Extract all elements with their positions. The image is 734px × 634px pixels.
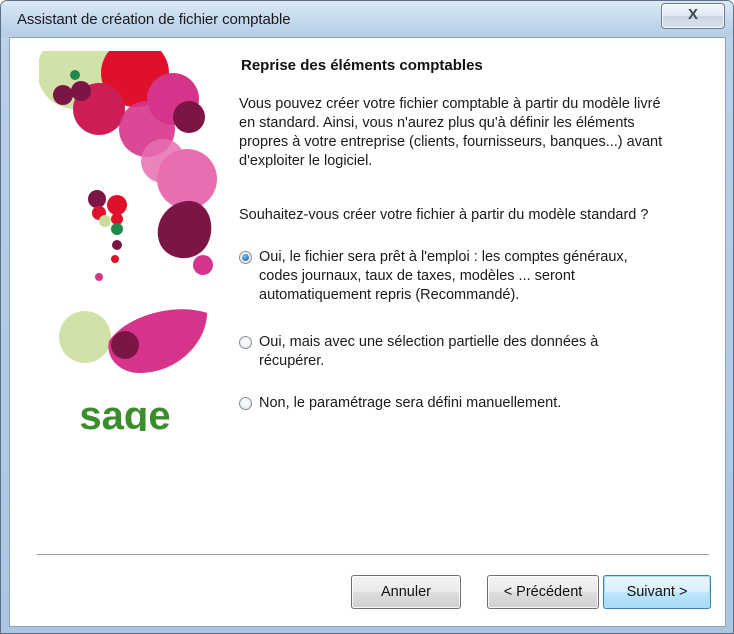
radio-button-checked[interactable] bbox=[239, 251, 252, 264]
radio-label-line: codes journaux, taux de taxes, modèles .… bbox=[259, 268, 575, 284]
close-icon: X bbox=[687, 6, 698, 23]
intro-line: d'exploiter le logiciel. bbox=[239, 153, 373, 169]
footer-divider bbox=[37, 554, 709, 556]
radio-button[interactable] bbox=[239, 336, 252, 349]
decorative-bubbles-illustration: sage bbox=[37, 33, 217, 438]
intro-paragraph: Vous pouvez créer votre fichier comptabl… bbox=[239, 95, 709, 171]
radio-option-standard-full[interactable]: Oui, le fichier sera prêt à l'emploi : l… bbox=[239, 248, 699, 308]
window-title: Assistant de création de fichier comptab… bbox=[17, 11, 291, 28]
radio-label-line: Oui, mais avec une sélection partielle d… bbox=[259, 334, 599, 350]
title-bar[interactable]: Assistant de création de fichier comptab… bbox=[1, 1, 733, 37]
intro-line: en standard. Ainsi, vous n'aurez plus qu… bbox=[239, 115, 635, 131]
radio-label-line: automatiquement repris (Recommandé). bbox=[259, 287, 520, 303]
radio-label[interactable]: Oui, le fichier sera prêt à l'emploi : l… bbox=[259, 248, 699, 305]
radio-label-line: Non, le paramétrage sera défini manuelle… bbox=[259, 395, 562, 411]
close-button[interactable]: X bbox=[661, 3, 725, 29]
cancel-button[interactable]: Annuler bbox=[351, 575, 461, 609]
next-button[interactable]: Suivant > bbox=[603, 575, 711, 609]
sage-artwork: sage bbox=[37, 33, 219, 438]
radio-option-partial[interactable]: Oui, mais avec une sélection partielle d… bbox=[239, 333, 699, 373]
radio-label[interactable]: Oui, mais avec une sélection partielle d… bbox=[259, 333, 699, 371]
wizard-window: Assistant de création de fichier comptab… bbox=[0, 0, 734, 634]
radio-label-line: Oui, le fichier sera prêt à l'emploi : l… bbox=[259, 249, 628, 265]
intro-line: propres à votre entreprise (clients, fou… bbox=[239, 134, 663, 150]
radio-button[interactable] bbox=[239, 397, 252, 410]
radio-label-line: récupérer. bbox=[259, 353, 325, 369]
radio-option-manual[interactable]: Non, le paramétrage sera défini manuelle… bbox=[239, 394, 699, 414]
sage-logo: sage bbox=[79, 394, 170, 431]
question-text: Souhaitez-vous créer votre fichier à par… bbox=[239, 207, 649, 223]
previous-button[interactable]: < Précédent bbox=[487, 575, 599, 609]
intro-line: Vous pouvez créer votre fichier comptabl… bbox=[239, 96, 661, 112]
step-heading: Reprise des éléments comptables bbox=[241, 57, 483, 74]
radio-label[interactable]: Non, le paramétrage sera défini manuelle… bbox=[259, 394, 699, 413]
